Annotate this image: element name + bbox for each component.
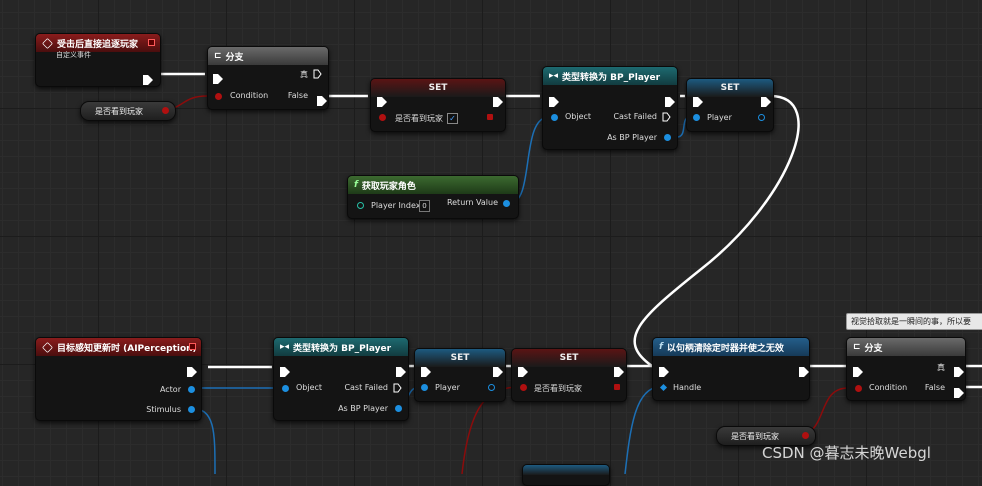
handle-pin[interactable] [659, 383, 668, 392]
set-header: SET [415, 349, 505, 367]
as-player-label: As BP Player [607, 133, 657, 142]
cast-node[interactable]: ▸◂ 类型转换为 BP_Player Object Cast Failed As… [542, 66, 678, 150]
cast-node[interactable]: ▸◂ 类型转换为 BP_Player Object Cast Failed As… [273, 337, 409, 421]
set-bool-node[interactable]: SET 是否看到玩家 [511, 348, 627, 402]
partial-node-bottom[interactable] [522, 464, 610, 486]
event-diamond-icon [42, 37, 53, 49]
watermark: CSDN @暮志未晚Webgl [762, 444, 931, 462]
bool-out-pin[interactable] [162, 107, 169, 114]
event-subtitle: 自定义事件 [56, 51, 91, 59]
false-label: False [924, 383, 945, 392]
object-in-pin[interactable] [693, 114, 700, 121]
false-label: False [287, 91, 308, 100]
bool-in-pin[interactable] [520, 384, 527, 391]
branch-header: ⊏ 分支 [208, 47, 328, 65]
object-in-pin[interactable] [421, 384, 428, 391]
object-in-pin[interactable] [551, 114, 558, 121]
bool-out-pin[interactable] [487, 114, 493, 120]
function-icon: f [354, 180, 358, 190]
object-out-pin[interactable] [488, 384, 495, 391]
function-header: f 以句柄清除定时器并使之无效 [653, 338, 809, 356]
set-var-label: Player [435, 383, 460, 392]
branch-node[interactable]: ⊏ 分支 真 Condition False [846, 337, 966, 401]
handle-label: Handle [673, 383, 702, 392]
value-checkbox[interactable]: ✓ [447, 113, 458, 124]
function-title: 获取玩家角色 [361, 181, 416, 192]
event-header: 目标感知更新时 (AIPerception) [36, 338, 201, 356]
cast-title: 类型转换为 BP_Player [562, 72, 661, 83]
cast-failed-exec-pin[interactable] [662, 112, 671, 122]
bool-in-pin[interactable] [379, 114, 386, 121]
event-title: 受击后直接追逐玩家 [57, 39, 139, 50]
branch-title: 分支 [864, 343, 883, 354]
condition-pin[interactable] [215, 93, 222, 100]
object-label: Object [296, 383, 323, 392]
as-player-pin[interactable] [664, 134, 671, 141]
comment-bubble: 视觉拾取就是一瞬间的事，所以要 [846, 313, 982, 330]
player-index-label: Player Index [371, 201, 421, 210]
perception-event-node[interactable]: 目标感知更新时 (AIPerception) Actor Stimulus [35, 337, 202, 421]
function-icon: f [659, 342, 663, 352]
cast-icon: ▸◂ [549, 71, 559, 81]
object-out-pin[interactable] [758, 114, 765, 121]
function-title: 以句柄清除定时器并使之无效 [666, 343, 784, 354]
cast-header: ▸◂ 类型转换为 BP_Player [543, 67, 677, 85]
event-header: 受击后直接追逐玩家 [36, 34, 160, 52]
object-in-pin[interactable] [282, 385, 289, 392]
set-player-node[interactable]: SET Player [686, 78, 774, 132]
set-var-label: 是否看到玩家 [395, 114, 443, 123]
actor-pin[interactable] [188, 386, 195, 393]
cast-failed-label: Cast Failed [344, 383, 388, 392]
event-delegate-icon [148, 39, 155, 46]
cast-title: 类型转换为 BP_Player [293, 343, 392, 354]
variable-label: 是否看到玩家 [731, 431, 779, 441]
true-exec-pin[interactable] [313, 69, 322, 79]
condition-label: Condition [230, 91, 269, 100]
bool-out-pin[interactable] [614, 384, 620, 390]
get-bool-variable-node[interactable]: 是否看到玩家 [80, 101, 176, 121]
event-delegate-icon [189, 343, 196, 350]
set-player-node[interactable]: SET Player [414, 348, 506, 402]
cast-header: ▸◂ 类型转换为 BP_Player [274, 338, 408, 356]
branch-icon: ⊏ [853, 342, 861, 352]
stimulus-pin[interactable] [188, 406, 195, 413]
true-label: 真 [300, 70, 308, 79]
branch-icon: ⊏ [214, 51, 222, 61]
branch-node[interactable]: ⊏ 分支 真 Condition False [207, 46, 329, 110]
set-header: SET [371, 79, 505, 97]
event-diamond-icon [42, 341, 53, 353]
condition-pin[interactable] [855, 385, 862, 392]
set-header: SET [512, 349, 626, 367]
get-player-character-node[interactable]: f 获取玩家角色 Player Index 0 Return Value [347, 175, 519, 219]
bool-out-pin[interactable] [802, 432, 809, 439]
clear-timer-node[interactable]: f 以句柄清除定时器并使之无效 Handle [652, 337, 810, 401]
player-index-input[interactable]: 0 [419, 200, 430, 212]
return-value-pin[interactable] [503, 200, 510, 207]
branch-title: 分支 [225, 52, 244, 63]
set-var-label: 是否看到玩家 [534, 384, 582, 393]
return-value-label: Return Value [446, 198, 498, 207]
actor-label: Actor [159, 385, 181, 394]
event-title: 目标感知更新时 (AIPerception) [57, 343, 197, 354]
variable-label: 是否看到玩家 [95, 106, 143, 116]
set-header: SET [687, 79, 773, 97]
int-in-pin[interactable] [357, 202, 364, 209]
stimulus-label: Stimulus [146, 405, 181, 414]
cast-failed-label: Cast Failed [613, 112, 657, 121]
object-label: Object [565, 112, 592, 121]
cast-failed-exec-pin[interactable] [393, 383, 402, 393]
condition-label: Condition [869, 383, 908, 392]
as-player-pin[interactable] [395, 405, 402, 412]
as-player-label: As BP Player [338, 404, 388, 413]
set-var-label: Player [707, 113, 732, 122]
set-bool-node[interactable]: SET 是否看到玩家 ✓ [370, 78, 506, 132]
cast-icon: ▸◂ [280, 342, 290, 352]
branch-header: ⊏ 分支 [847, 338, 965, 356]
function-header: f 获取玩家角色 [348, 176, 518, 194]
custom-event-node[interactable]: 受击后直接追逐玩家 自定义事件 [35, 33, 161, 87]
true-label: 真 [937, 363, 945, 372]
